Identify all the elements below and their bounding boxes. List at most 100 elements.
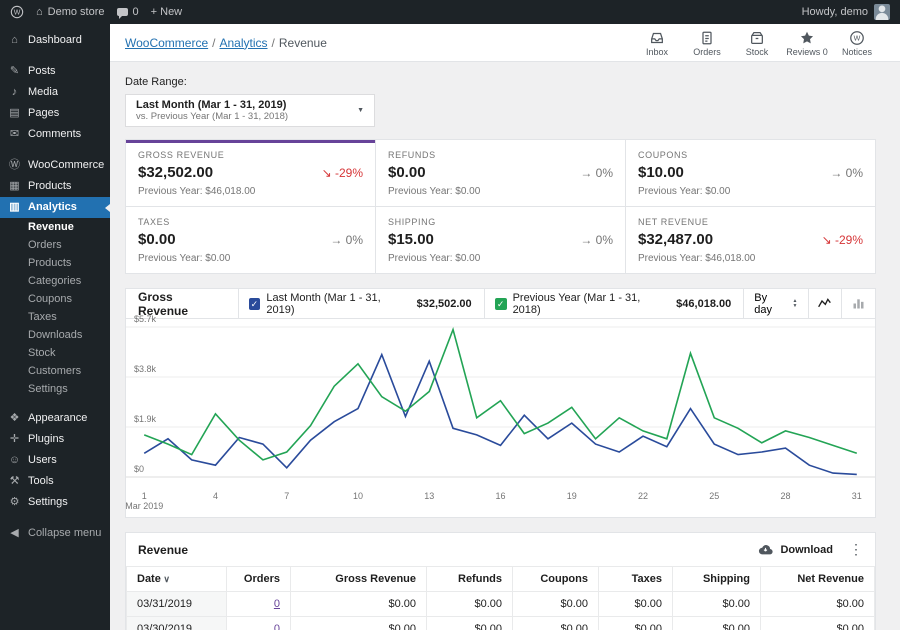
sidebar-item-comments[interactable]: ✉Comments [0, 124, 110, 145]
table-cell: $0.00 [761, 592, 875, 617]
svg-text:W: W [854, 35, 861, 43]
admin-comments[interactable]: 0 [117, 6, 139, 18]
column-header-shipping[interactable]: Shipping [673, 567, 761, 592]
plugins-icon: ✛ [8, 433, 21, 446]
table-title: Revenue [138, 543, 188, 557]
summary-tile-gross-revenue[interactable]: Gross Revenue$32,502.00↘ -29%Previous Ye… [126, 140, 375, 206]
home-icon: ⌂ [36, 6, 43, 18]
column-header-coupons[interactable]: Coupons [513, 567, 599, 592]
orders-link[interactable]: 0 [274, 598, 280, 610]
breadcrumb-analytics-link[interactable]: Analytics [219, 36, 267, 50]
column-header-net-revenue[interactable]: Net Revenue [761, 567, 875, 592]
orders-link[interactable]: 0 [274, 623, 280, 630]
download-button[interactable]: Download [757, 543, 833, 556]
legend-previous-year[interactable]: ✓ Previous Year (Mar 1 - 31, 2018) $46,0… [484, 289, 744, 318]
column-header-gross-revenue[interactable]: Gross Revenue [291, 567, 427, 592]
revenue-chart[interactable]: $5.7k$3.8k$1.9k$0 1Mar 20194710131619222… [126, 319, 875, 517]
download-cloud-icon [757, 543, 774, 556]
avatar[interactable] [874, 4, 890, 20]
tools-icon: ⚒ [8, 475, 21, 488]
table-cell: $0.00 [427, 592, 513, 617]
activity-orders[interactable]: Orders [682, 28, 732, 57]
line-chart-toggle[interactable] [808, 289, 842, 318]
sidebar-item-products[interactable]: ▦ Products [0, 176, 110, 197]
submenu-item-stock[interactable]: Stock [0, 344, 110, 362]
sidebar-item-analytics[interactable]: ▥Analytics [0, 197, 110, 218]
sidebar-item-label: Dashboard [28, 34, 82, 47]
settings-icon: ⚙ [8, 496, 21, 509]
table-cell: $0.00 [291, 592, 427, 617]
activity-inbox[interactable]: Inbox [632, 28, 682, 57]
summary-tile-taxes[interactable]: Taxes$0.00→ 0%Previous Year: $0.00 [126, 207, 375, 273]
chart-header: Gross Revenue ✓ Last Month (Mar 1 - 31, … [126, 289, 875, 319]
site-menu[interactable]: ⌂ Demo store [36, 6, 105, 18]
legend-last-month[interactable]: ✓ Last Month (Mar 1 - 31, 2019) $32,502.… [238, 289, 484, 318]
activity-label: Notices [842, 47, 872, 57]
summary-tile-shipping[interactable]: Shipping$15.00→ 0%Previous Year: $0.00 [376, 207, 625, 273]
tile-value: $15.00 [388, 231, 434, 248]
summary-tile-coupons[interactable]: Coupons$10.00→ 0%Previous Year: $0.00 [626, 140, 875, 206]
tile-label: Coupons [638, 150, 863, 160]
submenu-item-downloads[interactable]: Downloads [0, 326, 110, 344]
sidebar-item-pages[interactable]: ▤ Pages [0, 103, 110, 124]
x-axis-label: 16 [495, 491, 505, 501]
sidebar-item-users[interactable]: ☺Users [0, 450, 110, 471]
bar-chart-toggle[interactable] [841, 289, 875, 318]
sidebar-item-settings[interactable]: ⚙Settings [0, 492, 110, 513]
date-range-select[interactable]: Last Month (Mar 1 - 31, 2019) vs. Previo… [125, 94, 375, 127]
sidebar-item-appearance[interactable]: ❖Appearance [0, 408, 110, 429]
sidebar-item-posts[interactable]: ✎Posts [0, 61, 110, 82]
activity-reviews[interactable]: Reviews 0 [782, 28, 832, 57]
submenu-item-coupons[interactable]: Coupons [0, 290, 110, 308]
howdy-menu[interactable]: Howdy, demo [802, 6, 868, 18]
submenu-item-settings[interactable]: Settings [0, 380, 110, 398]
sidebar-item-dashboard[interactable]: ⌂Dashboard [0, 30, 110, 51]
checkbox-checked-icon: ✓ [495, 298, 507, 310]
wordpress-logo-icon[interactable]: W [10, 5, 24, 19]
pages-icon: ▤ [8, 107, 21, 120]
new-content-button[interactable]: + New [151, 6, 183, 18]
column-label: Shipping [703, 573, 750, 585]
tile-previous-value: Previous Year: $46,018.00 [138, 186, 363, 197]
table-header: Revenue Download ⋮ [126, 533, 875, 566]
sidebar-item-tools[interactable]: ⚒Tools [0, 471, 110, 492]
submenu-item-revenue[interactable]: Revenue [0, 218, 110, 236]
activity-stock[interactable]: Stock [732, 28, 782, 57]
trend-flat-icon: → 0% [580, 166, 613, 180]
kebab-menu-icon[interactable]: ⋮ [833, 541, 863, 558]
summary-tile-net-revenue[interactable]: Net Revenue$32,487.00↘ -29%Previous Year… [626, 207, 875, 273]
column-header-refunds[interactable]: Refunds [427, 567, 513, 592]
x-axis-label: 25 [709, 491, 719, 501]
sidebar-item-label: Pages [28, 107, 59, 120]
activity-label: Orders [693, 47, 721, 57]
submenu-item-orders[interactable]: Orders [0, 236, 110, 254]
trend-flat-icon: → 0% [830, 166, 863, 180]
sidebar-item-media[interactable]: ♪Media [0, 82, 110, 103]
sidebar-item-plugins[interactable]: ✛Plugins [0, 429, 110, 450]
sidebar-item-label: Products [28, 180, 71, 193]
table-cell: $0.00 [513, 617, 599, 630]
breadcrumb-woocommerce-link[interactable]: WooCommerce [125, 36, 208, 50]
y-axis-label: $0 [134, 464, 144, 474]
column-header-date[interactable]: Date ∨ [127, 567, 227, 592]
column-header-orders[interactable]: Orders [227, 567, 291, 592]
table-cell: $0.00 [291, 617, 427, 630]
sort-chevron-icon: ∨ [161, 574, 170, 584]
trend-down-icon: ↘ -29% [322, 166, 363, 180]
column-header-taxes[interactable]: Taxes [599, 567, 673, 592]
x-axis-label: 31 [852, 491, 862, 501]
date-range-secondary: vs. Previous Year (Mar 1 - 31, 2018) [136, 111, 288, 122]
interval-select[interactable]: By day ▲▼ [743, 289, 807, 318]
submenu-item-customers[interactable]: Customers [0, 362, 110, 380]
summary-tile-refunds[interactable]: Refunds$0.00→ 0%Previous Year: $0.00 [376, 140, 625, 206]
submenu-item-products[interactable]: Products [0, 254, 110, 272]
collapse-menu-button[interactable]: ◀ Collapse menu [0, 523, 110, 544]
column-label: Taxes [632, 573, 662, 585]
activity-notices[interactable]: W Notices [832, 28, 882, 57]
products-icon: ▦ [8, 180, 21, 193]
sidebar-item-woocommerce[interactable]: ⓌWooCommerce [0, 155, 110, 176]
tile-value: $0.00 [138, 231, 176, 248]
submenu-item-categories[interactable]: Categories [0, 272, 110, 290]
tile-value: $0.00 [388, 164, 426, 181]
submenu-item-taxes[interactable]: Taxes [0, 308, 110, 326]
